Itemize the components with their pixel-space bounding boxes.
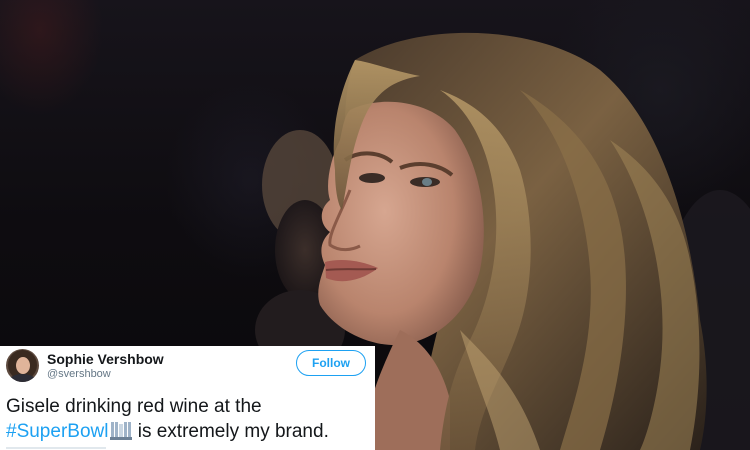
avatar[interactable] [6,349,39,382]
tweet-text-before: Gisele drinking red wine at the [6,396,262,417]
tweet-text: Gisele drinking red wine at the #SuperBo… [6,394,374,447]
tweet-card: Sophie Vershbow @svershbow Follow Gisele… [0,346,375,450]
hashtag-link[interactable]: #SuperBowl [6,421,108,442]
author-handle[interactable]: @svershbow [47,368,111,380]
super-bowl-trophy-icon [110,420,133,447]
author-name[interactable]: Sophie Vershbow [47,351,164,367]
tweet-meta-divider [6,447,106,449]
tweet-text-after: is extremely my brand. [132,421,329,442]
follow-button[interactable]: Follow [296,350,366,376]
